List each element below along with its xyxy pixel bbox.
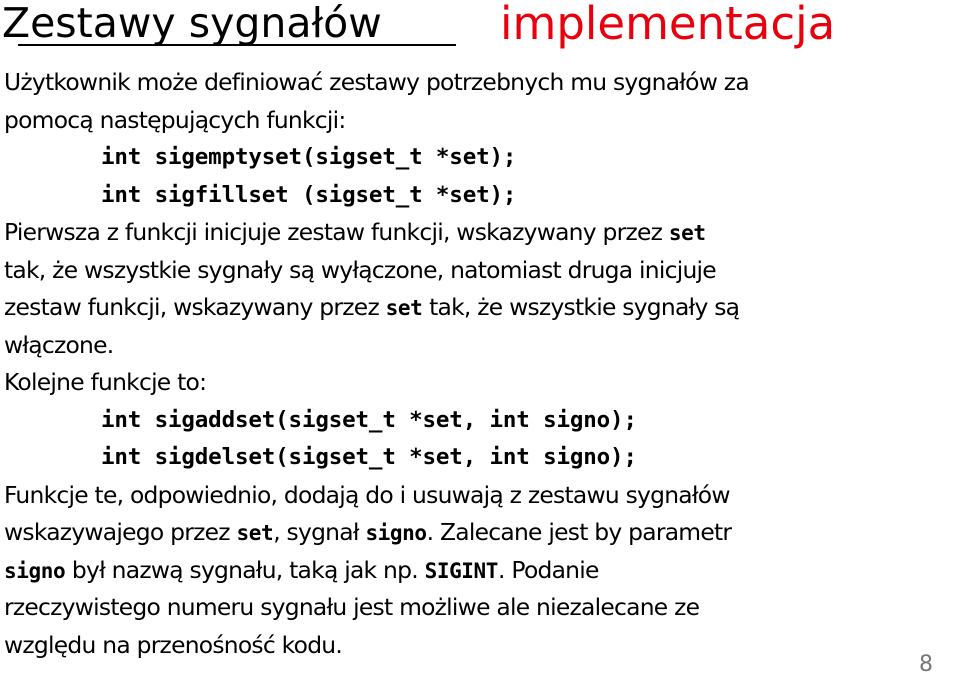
- text-span: . Zalecane jest by parametr: [426, 518, 732, 546]
- text-line: signo był nazwą sygnału, taką jak np. SI…: [4, 552, 960, 590]
- text-line: Użytkownik może definiować zestawy potrz…: [4, 68, 750, 96]
- slide-body: Użytkownik może definiować zestawy potrz…: [4, 64, 960, 664]
- text-line: Funkcje te, odpowiednio, dodają do i usu…: [4, 480, 730, 509]
- inline-code: signo: [365, 521, 427, 545]
- slide-title: Zestawy sygnałów: [2, 0, 382, 47]
- code-line-sigemptyset: int sigemptyset(sigset_t *set);: [101, 144, 517, 170]
- slide-subtitle: implementacja: [500, 0, 836, 50]
- text-span: , sygnał: [273, 518, 366, 546]
- text-line: pomocą następujących funkcji:: [4, 105, 346, 134]
- inline-code: set: [668, 221, 706, 245]
- text-line: zestaw funkcji, wskazywany przez set tak…: [4, 289, 960, 327]
- text-line: rzeczywistego numeru sygnału jest możliw…: [4, 593, 700, 621]
- text-line: Kolejne funkcje to:: [4, 368, 207, 396]
- code-line-sigdelset: int sigdelset(sigset_t *set, int signo);: [101, 444, 637, 470]
- inline-code: SIGINT: [424, 558, 499, 583]
- text-line: Pierwsza z funkcji inicjuje zestaw funkc…: [4, 214, 960, 252]
- inline-code: set: [236, 521, 274, 545]
- text-line: włączone.: [4, 330, 114, 359]
- text-span: Pierwsza z funkcji inicjuje zestaw funkc…: [4, 218, 669, 246]
- text-span: tak, że wszystkie sygnały są: [422, 293, 740, 321]
- inline-code: set: [385, 296, 423, 320]
- text-span: . Podanie: [498, 555, 599, 584]
- page-number: 8: [919, 652, 933, 677]
- text-span: zestaw funkcji, wskazywany przez: [4, 293, 386, 321]
- title-underline: [18, 44, 456, 46]
- text-span: wskazywajego przez: [4, 518, 237, 546]
- text-line: wskazywajego przez set, sygnał signo. Za…: [4, 514, 960, 552]
- inline-code: signo: [4, 558, 66, 583]
- code-line-sigfillset: int sigfillset (sigset_t *set);: [101, 181, 517, 208]
- code-line-sigaddset: int sigaddset(sigset_t *set, int signo);: [101, 406, 637, 433]
- text-span: był nazwą sygnału, taką jak np.: [65, 555, 425, 584]
- text-line: względu na przenośność kodu.: [4, 630, 343, 659]
- text-line: tak, że wszystkie sygnały są wyłączone, …: [4, 255, 717, 284]
